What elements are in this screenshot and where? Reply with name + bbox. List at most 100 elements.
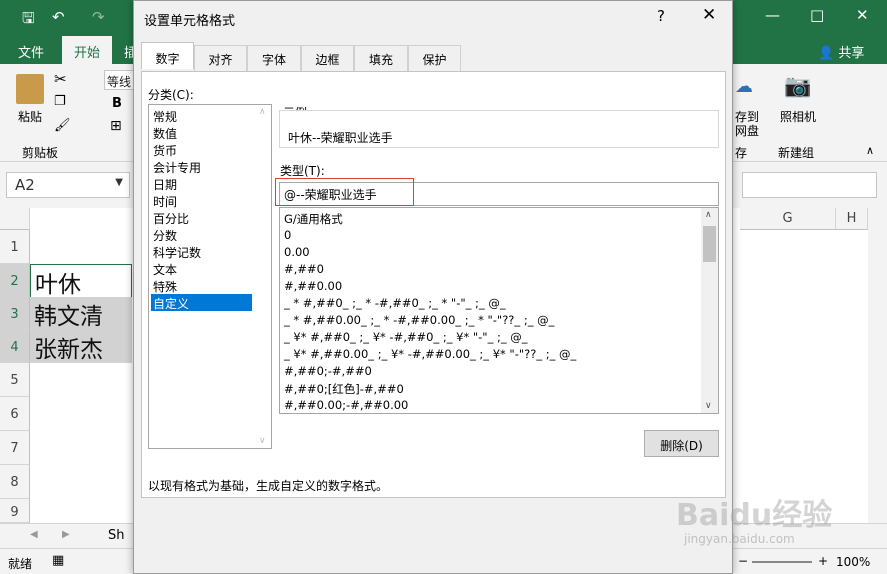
tab-alignment[interactable]: 对齐 — [194, 45, 247, 71]
scroll-up-icon[interactable]: ∧ — [705, 210, 712, 220]
cut-icon[interactable]: ✂ — [54, 70, 67, 88]
sample-value: 叶休--荣耀职业选手 — [288, 131, 393, 145]
format-item[interactable]: _ * #,##0_ ;_ * -#,##0_ ;_ * "-"_ ;_ @_ — [284, 296, 506, 313]
category-item-selected[interactable]: 自定义 — [151, 294, 252, 311]
tab-fill[interactable]: 填充 — [354, 45, 408, 71]
row-header-1[interactable]: 1 — [0, 230, 30, 264]
format-item[interactable]: _ * #,##0.00_ ;_ * -#,##0.00_ ;_ * "-"??… — [284, 313, 554, 330]
scroll-thumb[interactable] — [703, 226, 716, 262]
category-scrollbar[interactable]: ∧ ∨ — [255, 105, 271, 448]
row-header-5[interactable]: 5 — [0, 363, 30, 397]
category-item[interactable]: 特殊 — [151, 277, 252, 294]
category-item[interactable]: 会计专用 — [151, 158, 252, 175]
type-label: 类型(T): — [280, 164, 325, 178]
zoom-slider[interactable] — [752, 561, 812, 563]
border-icon[interactable]: ⊞ — [110, 118, 122, 134]
macro-record-icon[interactable]: ▦ — [52, 553, 64, 568]
col-header-g[interactable]: G — [740, 208, 836, 230]
select-all-corner[interactable] — [0, 208, 30, 230]
prev-sheet-icon[interactable]: ◀ — [30, 529, 38, 540]
close-window-icon[interactable]: ✕ — [856, 6, 869, 24]
format-item[interactable]: G/通用格式 — [284, 211, 343, 228]
cloud-save-icon[interactable]: ☁ — [735, 76, 753, 97]
cell-a4[interactable]: 张新杰 — [30, 330, 132, 363]
tab-font[interactable]: 字体 — [247, 45, 301, 71]
undo-icon[interactable]: ↶ — [52, 8, 65, 26]
font-name-box[interactable]: 等线 — [104, 70, 134, 90]
scroll-down-icon[interactable]: ∨ — [705, 401, 712, 411]
collapse-ribbon-icon[interactable]: ∧ — [866, 144, 874, 157]
category-item[interactable]: 日期 — [151, 175, 252, 192]
format-item[interactable]: 0 — [284, 228, 291, 245]
zoom-level[interactable]: 100% — [836, 555, 870, 569]
sample-box: 叶休--荣耀职业选手 — [279, 110, 719, 148]
clipboard-group-label: 剪贴板 — [22, 146, 59, 160]
format-item[interactable]: 0.00 — [284, 245, 310, 262]
number-tab-panel: 分类(C): 常规 数值 货币 会计专用 日期 时间 百分比 分数 科学记数 文… — [141, 71, 726, 498]
scroll-down-icon[interactable]: ∨ — [259, 436, 266, 446]
menu-home[interactable]: 开始 — [62, 36, 113, 64]
bold-button[interactable]: B — [112, 96, 122, 111]
tab-protection[interactable]: 保护 — [408, 45, 461, 71]
format-item[interactable]: #,##0.00;-#,##0.00 — [284, 398, 408, 413]
category-item[interactable]: 时间 — [151, 192, 252, 209]
scroll-up-icon[interactable]: ∧ — [259, 107, 266, 117]
format-item[interactable]: _ ¥* #,##0.00_ ;_ ¥* -#,##0.00_ ;_ ¥* "-… — [284, 347, 576, 364]
category-item[interactable]: 数值 — [151, 124, 252, 141]
cell-a3[interactable]: 韩文清 — [30, 297, 132, 330]
sheet-tab[interactable]: Sh — [108, 528, 125, 543]
formula-bar[interactable] — [742, 172, 877, 198]
copy-icon[interactable]: ❐ — [54, 94, 66, 109]
format-item[interactable]: #,##0.00 — [284, 279, 342, 296]
close-icon[interactable]: ✕ — [702, 5, 716, 25]
zoom-in-icon[interactable]: + — [818, 554, 828, 568]
vertical-scrollbar[interactable] — [868, 208, 887, 528]
category-item[interactable]: 分数 — [151, 226, 252, 243]
name-box-value: A2 — [15, 176, 35, 194]
tab-number[interactable]: 数字 — [141, 42, 194, 69]
menu-file[interactable]: 文件 — [18, 42, 44, 61]
category-list[interactable]: 常规 数值 货币 会计专用 日期 时间 百分比 分数 科学记数 文本 特殊 自定… — [148, 104, 272, 449]
row-header-9[interactable]: 9 — [0, 499, 30, 523]
format-painter-icon[interactable]: 🖌 — [54, 118, 71, 133]
format-item[interactable]: #,##0;[红色]-#,##0 — [284, 381, 404, 398]
category-label: 分类(C): — [148, 88, 194, 102]
camera-icon[interactable]: 📷 — [784, 74, 811, 99]
category-item[interactable]: 科学记数 — [151, 243, 252, 260]
row-header-8[interactable]: 8 — [0, 465, 30, 499]
row-header-4[interactable]: 4 — [0, 330, 30, 363]
row-header-6[interactable]: 6 — [0, 397, 30, 431]
name-box[interactable]: A2 ▼ — [6, 172, 130, 198]
new-group-label: 新建组 — [778, 146, 815, 160]
category-item[interactable]: 文本 — [151, 260, 252, 277]
row-header-3[interactable]: 3 — [0, 297, 30, 330]
zoom-out-icon[interactable]: − — [738, 554, 748, 568]
share-button[interactable]: 👤 共享 — [818, 42, 864, 61]
row-header-2[interactable]: 2 — [0, 264, 30, 297]
col-header-h[interactable]: H — [836, 208, 868, 230]
ribbon-partial-3: 存 — [735, 146, 748, 160]
chevron-down-icon: ▼ — [115, 177, 123, 188]
category-item[interactable]: 百分比 — [151, 209, 252, 226]
format-item[interactable]: _ ¥* #,##0_ ;_ ¥* -#,##0_ ;_ ¥* "-"_ ;_ … — [284, 330, 528, 347]
tab-border[interactable]: 边框 — [301, 45, 354, 71]
format-description: 以现有格式为基础，生成自定义的数字格式。 — [148, 479, 389, 493]
row-header-7[interactable]: 7 — [0, 431, 30, 465]
format-item[interactable]: #,##0;-#,##0 — [284, 364, 372, 381]
minimize-icon[interactable]: — — [765, 6, 780, 24]
paste-icon[interactable] — [16, 74, 44, 104]
category-item[interactable]: 货币 — [151, 141, 252, 158]
save-icon[interactable]: 🖫 — [22, 8, 35, 33]
camera-label[interactable]: 照相机 — [780, 108, 816, 125]
next-sheet-icon[interactable]: ▶ — [62, 529, 70, 540]
format-list-scrollbar[interactable]: ∧ ∨ — [701, 208, 718, 413]
maximize-icon[interactable]: □ — [810, 6, 824, 24]
help-button[interactable]: ? — [657, 7, 665, 25]
format-item[interactable]: #,##0 — [284, 262, 324, 279]
redo-icon[interactable]: ↷ — [92, 8, 105, 26]
cell-a2[interactable]: 叶休 — [30, 264, 132, 298]
delete-button[interactable]: 删除(D) — [644, 430, 719, 457]
format-cells-dialog: 设置单元格格式 ? ✕ 数字 对齐 字体 边框 填充 保护 分类(C): 常规 … — [133, 0, 733, 574]
format-code-list[interactable]: G/通用格式 0 0.00 #,##0 #,##0.00 _ * #,##0_ … — [279, 207, 719, 414]
category-item[interactable]: 常规 — [151, 107, 252, 124]
